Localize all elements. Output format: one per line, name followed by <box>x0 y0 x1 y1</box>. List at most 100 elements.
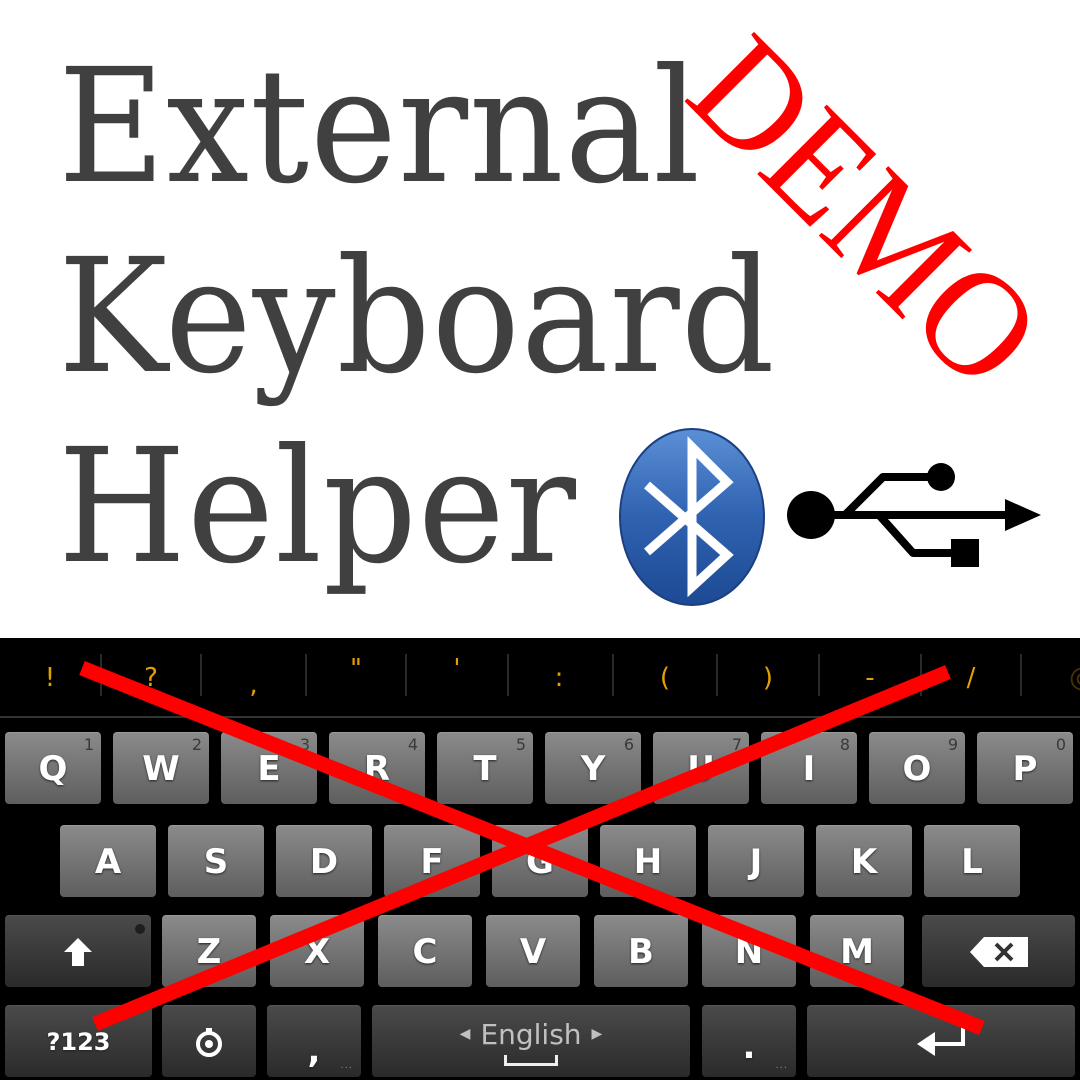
backspace-icon <box>969 936 1028 967</box>
key-label: G <box>526 841 554 882</box>
key-hint: 3 <box>299 735 310 754</box>
key-m[interactable]: M <box>810 915 904 987</box>
symbols-key[interactable]: ?123 <box>5 1005 152 1077</box>
space-language-label: English <box>480 1017 582 1051</box>
suggestion-item[interactable]: : <box>509 648 609 708</box>
key-hint: 8 <box>839 735 850 754</box>
key-label: E <box>257 748 281 789</box>
enter-icon <box>917 1025 965 1056</box>
bluetooth-icon <box>619 428 765 606</box>
key-label: O <box>902 748 932 789</box>
key-hint: 4 <box>407 735 418 754</box>
key-v[interactable]: V <box>486 915 580 987</box>
key-r[interactable]: R4 <box>329 732 425 804</box>
key-o[interactable]: O9 <box>869 732 965 804</box>
key-label: S <box>203 841 229 882</box>
key-label: Y <box>580 748 606 789</box>
key-c[interactable]: C <box>378 915 472 987</box>
key-d[interactable]: D <box>276 825 372 897</box>
key-label: A <box>94 841 122 882</box>
shift-key[interactable] <box>5 915 151 987</box>
key-i[interactable]: I8 <box>761 732 857 804</box>
settings-key[interactable] <box>162 1005 256 1077</box>
settings-icon <box>196 1027 222 1057</box>
suggestion-item[interactable]: / <box>922 648 1020 708</box>
key-x[interactable]: X <box>270 915 364 987</box>
suggestion-item[interactable]: ! <box>0 648 100 708</box>
key-p[interactable]: P0 <box>977 732 1073 804</box>
key-h[interactable]: H <box>600 825 696 897</box>
key-k[interactable]: K <box>816 825 912 897</box>
caps-lock-indicator <box>135 924 145 934</box>
key-label: R <box>363 748 391 789</box>
key-label: I <box>802 748 816 789</box>
key-y[interactable]: Y6 <box>545 732 641 804</box>
suggestion-strip: ! ? , " ' : ( ) - / @ <box>0 638 1080 716</box>
key-label: T <box>473 748 497 789</box>
key-a[interactable]: A <box>60 825 156 897</box>
suggestion-item[interactable]: " <box>307 648 405 708</box>
key-t[interactable]: T5 <box>437 732 533 804</box>
period-key[interactable]: . ... <box>702 1005 796 1077</box>
key-label: W <box>142 748 180 789</box>
key-label: Z <box>196 931 222 972</box>
key-hint: 0 <box>1055 735 1066 754</box>
suggestion-divider <box>1020 654 1022 696</box>
key-label: U <box>687 748 715 789</box>
key-label: L <box>961 841 983 882</box>
key-hint: 9 <box>947 735 958 754</box>
suggestion-item[interactable]: , <box>202 648 305 708</box>
key-label: X <box>303 931 331 972</box>
language-prev-icon: ◀ <box>459 1026 471 1042</box>
suggestion-item[interactable]: ' <box>407 648 507 708</box>
title-line-helper: Helper <box>58 415 577 599</box>
key-label: K <box>850 841 878 882</box>
key-s[interactable]: S <box>168 825 264 897</box>
suggestion-item[interactable]: ) <box>718 648 818 708</box>
space-key[interactable]: ◀ English ▶ <box>372 1005 690 1077</box>
language-switcher: ◀ English ▶ <box>460 1018 603 1051</box>
key-e[interactable]: E3 <box>221 732 317 804</box>
key-u[interactable]: U7 <box>653 732 749 804</box>
key-hint: 5 <box>515 735 526 754</box>
key-hint: 7 <box>731 735 742 754</box>
key-j[interactable]: J <box>708 825 804 897</box>
shift-arrow-icon <box>64 937 92 966</box>
key-label: P <box>1012 748 1038 789</box>
key-q[interactable]: Q1 <box>5 732 101 804</box>
key-hint: 1 <box>83 735 94 754</box>
key-label: N <box>734 931 764 972</box>
key-hint: 2 <box>191 735 202 754</box>
key-w[interactable]: W2 <box>113 732 209 804</box>
key-label: C <box>412 931 438 972</box>
suggestion-item[interactable]: @ <box>1052 648 1080 708</box>
key-label: D <box>309 841 339 882</box>
enter-key[interactable] <box>807 1005 1075 1077</box>
key-label: H <box>633 841 663 882</box>
key-b[interactable]: B <box>594 915 688 987</box>
key-label: V <box>519 931 547 972</box>
suggestion-separator <box>0 716 1080 718</box>
promo-banner: External Keyboard Helper DEMO <box>0 0 1080 638</box>
space-icon <box>504 1054 558 1066</box>
key-n[interactable]: N <box>702 915 796 987</box>
title-line-external: External <box>58 35 702 219</box>
key-hint: 6 <box>623 735 634 754</box>
key-label: J <box>749 841 763 882</box>
suggestion-item[interactable]: - <box>820 648 920 708</box>
suggestion-item[interactable]: ? <box>102 648 200 708</box>
comma-key[interactable]: , ... <box>267 1005 361 1077</box>
key-label: B <box>628 931 654 972</box>
key-label: M <box>840 931 874 972</box>
language-next-icon: ▶ <box>591 1026 603 1042</box>
usb-icon <box>787 463 1041 567</box>
key-label: Q <box>38 748 68 789</box>
backspace-key[interactable] <box>922 915 1075 987</box>
key-z[interactable]: Z <box>162 915 256 987</box>
title-line-keyboard: Keyboard <box>58 225 776 409</box>
suggestion-item[interactable]: ( <box>614 648 716 708</box>
key-l[interactable]: L <box>924 825 1020 897</box>
key-g[interactable]: G <box>492 825 588 897</box>
key-f[interactable]: F <box>384 825 480 897</box>
key-label: F <box>420 841 444 882</box>
